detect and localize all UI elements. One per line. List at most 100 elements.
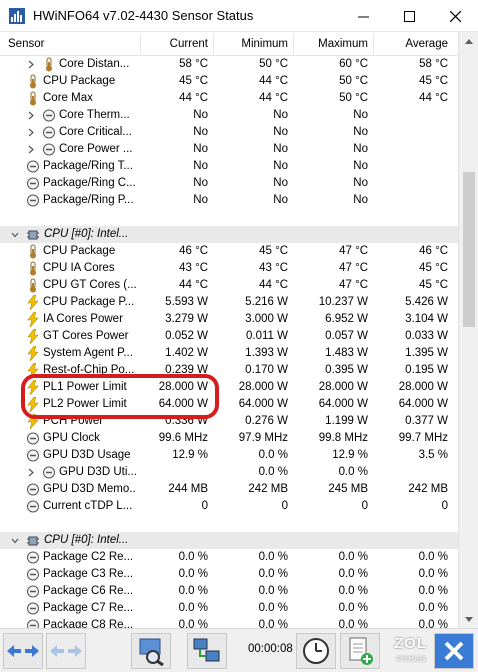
value-maximum: 64.000 W xyxy=(318,398,368,410)
value-maximum: No xyxy=(353,126,368,138)
add-report-button[interactable] xyxy=(340,633,380,669)
maximize-button[interactable] xyxy=(386,0,432,32)
monitor-magnifier-icon xyxy=(139,638,164,666)
column-header-average[interactable]: Average xyxy=(378,38,448,50)
sensor-row[interactable]: Package C2 Re... 0.0 % 0.0 % 0.0 % 0.0 % xyxy=(0,549,458,566)
column-header-maximum[interactable]: Maximum xyxy=(298,38,368,50)
sensor-row[interactable]: CPU IA Cores 43 °C 43 °C 47 °C 45 °C xyxy=(0,260,458,277)
sensor-name: Package C7 Re... xyxy=(43,602,134,614)
lightning-icon xyxy=(26,413,40,430)
sensor-name: Current cTDP L... xyxy=(43,500,133,512)
close-sensors-button[interactable] xyxy=(434,633,474,669)
sensor-row[interactable]: Package/Ring C... No No No xyxy=(0,175,458,192)
sensor-row[interactable]: PCH Power 0.336 W 0.276 W 1.199 W 0.377 W xyxy=(0,413,458,430)
sensor-grid[interactable]: Core Distan... 58 °C 50 °C 60 °C 58 °C CPU Pa… xyxy=(0,56,458,628)
sensor-row[interactable]: PL2 Power Limit 64.000 W 64.000 W 64.000 W 6… xyxy=(0,396,458,413)
lightning-icon xyxy=(26,311,40,328)
sensor-row[interactable]: PL1 Power Limit 28.000 W 28.000 W 28.000 W 2… xyxy=(0,379,458,396)
value-maximum: 10.237 W xyxy=(318,296,368,308)
value-maximum: No xyxy=(353,177,368,189)
sensor-row[interactable]: IA Cores Power 3.279 W 3.000 W 6.952 W 3.104… xyxy=(0,311,458,328)
value-minimum: 64.000 W xyxy=(238,398,288,410)
sensor-row[interactable]: Current cTDP L... 0 0 0 0 xyxy=(0,498,458,515)
column-divider[interactable] xyxy=(213,34,214,54)
value-minimum: 3.000 W xyxy=(245,313,288,325)
value-average: 28.000 W xyxy=(398,381,448,393)
scroll-down-arrow-icon xyxy=(465,616,473,622)
sensor-row[interactable]: CPU Package 46 °C 45 °C 47 °C 46 °C xyxy=(0,243,458,260)
sensor-name: Package/Ring T... xyxy=(43,160,133,172)
sensor-row[interactable]: Core Max 44 °C 44 °C 50 °C 44 °C xyxy=(0,90,458,107)
sensor-name: Package C3 Re... xyxy=(43,568,134,580)
value-minimum: 0.0 % xyxy=(258,619,288,628)
column-header-current[interactable]: Current xyxy=(150,38,208,50)
thermometer-icon xyxy=(26,74,40,89)
column-divider[interactable] xyxy=(373,34,374,54)
lightning-icon xyxy=(26,379,40,396)
sensor-name: Core Therm... xyxy=(59,109,130,121)
value-minimum: 0.011 W xyxy=(246,330,288,342)
sensor-row[interactable]: System Agent P... 1.402 W 1.393 W 1.483 W 1.… xyxy=(0,345,458,362)
sensor-row[interactable]: Package C7 Re... 0.0 % 0.0 % 0.0 % 0.0 % xyxy=(0,600,458,617)
sensor-name: GPU D3D Memo... xyxy=(43,483,136,495)
status-circle-icon xyxy=(26,601,40,616)
value-current: 0.0 % xyxy=(178,568,208,580)
chevron-down-icon[interactable] xyxy=(10,534,20,547)
network-button[interactable] xyxy=(187,633,227,669)
chevron-down-icon[interactable] xyxy=(10,228,20,241)
sensor-name: PL1 Power Limit xyxy=(43,381,127,393)
sensor-row[interactable]: GPU Clock 99.6 MHz 97.9 MHz 99.8 MHz 99.7 MH… xyxy=(0,430,458,447)
value-maximum: 50 °C xyxy=(339,92,368,104)
sensor-row[interactable]: GPU D3D Uti... 0.0 % 0.0 % xyxy=(0,464,458,481)
nav-arrows-button[interactable] xyxy=(3,633,43,669)
chevron-right-icon[interactable] xyxy=(26,466,36,479)
sensor-row[interactable]: Core Critical... No No No xyxy=(0,124,458,141)
sensor-row[interactable]: CPU GT Cores (... 44 °C 44 °C 47 °C 45 °C xyxy=(0,277,458,294)
status-circle-icon xyxy=(26,193,40,208)
chevron-right-icon[interactable] xyxy=(26,126,36,139)
scroll-down-button[interactable] xyxy=(459,610,478,628)
sensor-row[interactable]: Core Power ... No No No xyxy=(0,141,458,158)
sensor-row[interactable]: Package/Ring P... No No No xyxy=(0,192,458,209)
status-circle-icon xyxy=(42,142,56,157)
zol-watermark-subtext: 中关村在线 xyxy=(396,657,427,663)
column-divider[interactable] xyxy=(140,34,141,54)
clock-button[interactable] xyxy=(296,633,336,669)
sensor-row[interactable]: Package C6 Re... 0.0 % 0.0 % 0.0 % 0.0 % xyxy=(0,583,458,600)
sensor-row[interactable]: Package C8 Re... 0.0 % 0.0 % 0.0 % 0.0 % xyxy=(0,617,458,628)
sensor-row[interactable]: GPU D3D Memo... 244 MB 242 MB 245 MB 242 MB xyxy=(0,481,458,498)
sensor-row[interactable]: Rest-of-Chip Po... 0.239 W 0.170 W 0.395 W 0… xyxy=(0,362,458,379)
monitor-search-button[interactable] xyxy=(131,633,171,669)
sensor-row[interactable]: Core Therm... No No No xyxy=(0,107,458,124)
scroll-up-arrow-icon xyxy=(465,38,473,44)
minimize-button[interactable] xyxy=(340,0,386,32)
status-circle-icon xyxy=(26,448,40,463)
value-current: 0 xyxy=(201,500,208,512)
sensor-row[interactable]: CPU Package 45 °C 44 °C 50 °C 45 °C xyxy=(0,73,458,90)
sensor-row[interactable]: GPU D3D Usage 12.9 % 0.0 % 12.9 % 3.5 % xyxy=(0,447,458,464)
sensor-row[interactable]: Package C3 Re... 0.0 % 0.0 % 0.0 % 0.0 % xyxy=(0,566,458,583)
chevron-right-icon[interactable] xyxy=(26,58,36,71)
value-current: 0.0 % xyxy=(178,585,208,597)
nav-arrows-disabled-button[interactable] xyxy=(46,633,86,669)
value-current: 0.0 % xyxy=(178,619,208,628)
sensor-group-header[interactable]: CPU [#0]: Intel... xyxy=(0,532,458,549)
chevron-right-icon[interactable] xyxy=(26,143,36,156)
scrollbar-thumb[interactable] xyxy=(463,172,475,327)
value-average: 0.377 W xyxy=(405,415,448,427)
scroll-up-button[interactable] xyxy=(459,32,478,50)
sensor-row[interactable]: GT Cores Power 0.052 W 0.011 W 0.057 W 0.033… xyxy=(0,328,458,345)
sensor-name: Package/Ring P... xyxy=(43,194,134,206)
close-button[interactable] xyxy=(432,0,478,32)
value-minimum: 44 °C xyxy=(259,75,288,87)
column-header-minimum[interactable]: Minimum xyxy=(218,38,288,50)
chevron-right-icon[interactable] xyxy=(26,109,36,122)
sensor-row[interactable]: CPU Package P... 5.593 W 5.216 W 10.237 W 5.… xyxy=(0,294,458,311)
column-divider[interactable] xyxy=(293,34,294,54)
vertical-scrollbar[interactable] xyxy=(458,32,478,628)
thermometer-icon xyxy=(26,261,40,276)
sensor-row[interactable]: Package/Ring T... No No No xyxy=(0,158,458,175)
sensor-row[interactable]: Core Distan... 58 °C 50 °C 60 °C 58 °C xyxy=(0,56,458,73)
column-header-sensor[interactable]: Sensor xyxy=(8,38,44,50)
sensor-group-header[interactable]: CPU [#0]: Intel... xyxy=(0,226,458,243)
